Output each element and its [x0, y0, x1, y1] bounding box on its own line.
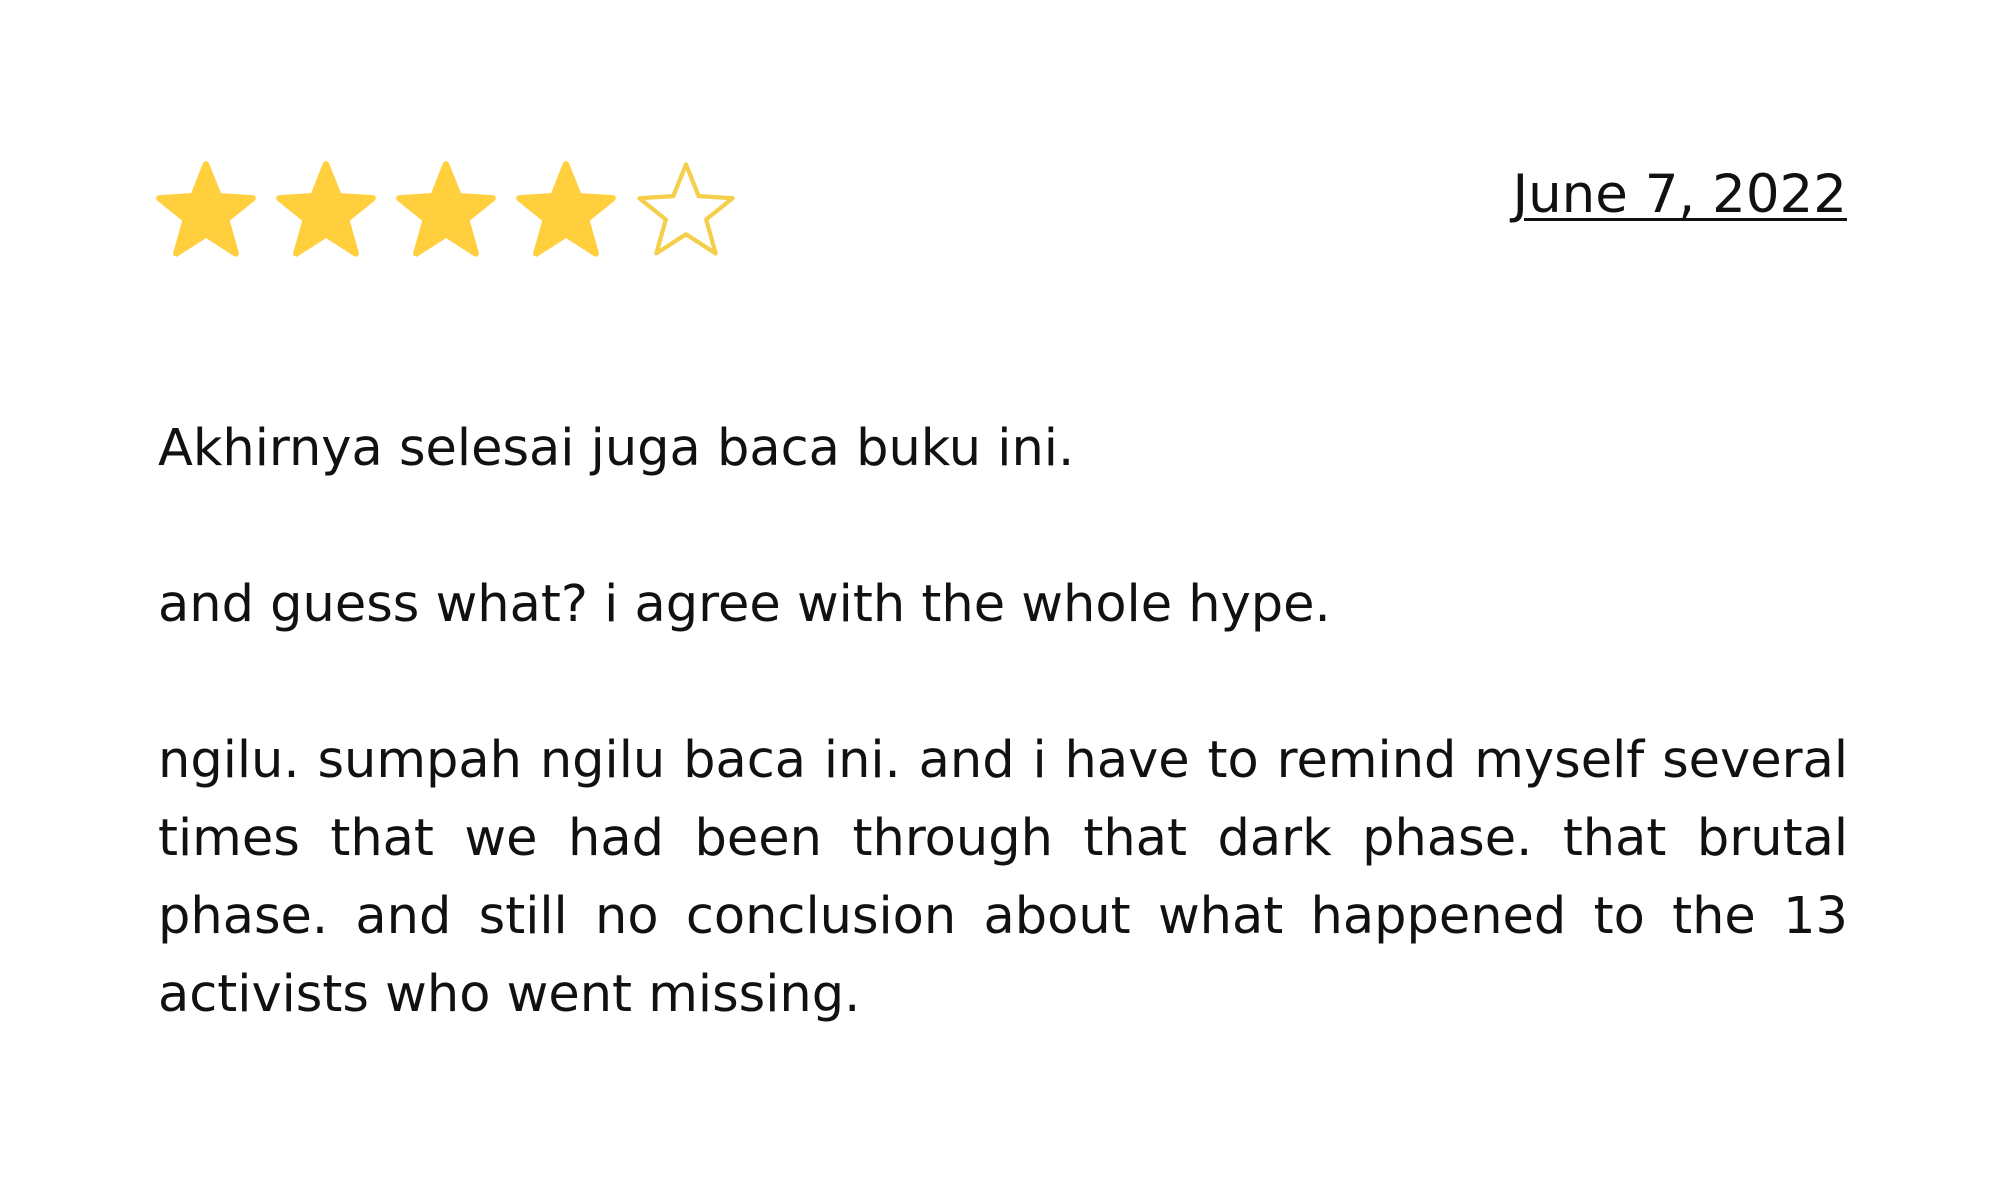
star-filled-icon: [153, 158, 259, 264]
star-filled-icon: [393, 158, 499, 264]
star-outline-icon: [633, 158, 739, 264]
star-rating: [153, 155, 739, 267]
star-filled-icon: [273, 158, 379, 264]
review-card: June 7, 2022 Akhirnya selesai juga baca …: [0, 0, 2000, 1181]
review-paragraph: and guess what? i agree with the whole h…: [158, 575, 1331, 634]
star-filled-icon: [513, 158, 619, 264]
review-paragraph: Akhirnya selesai juga baca buku ini.: [158, 419, 1075, 478]
review-paragraph: ngilu. sumpah ngilu baca ini. and i have…: [158, 731, 1848, 1024]
review-date[interactable]: June 7, 2022: [1512, 160, 1847, 230]
review-body: Akhirnya selesai juga baca buku ini. and…: [158, 410, 1848, 1112]
